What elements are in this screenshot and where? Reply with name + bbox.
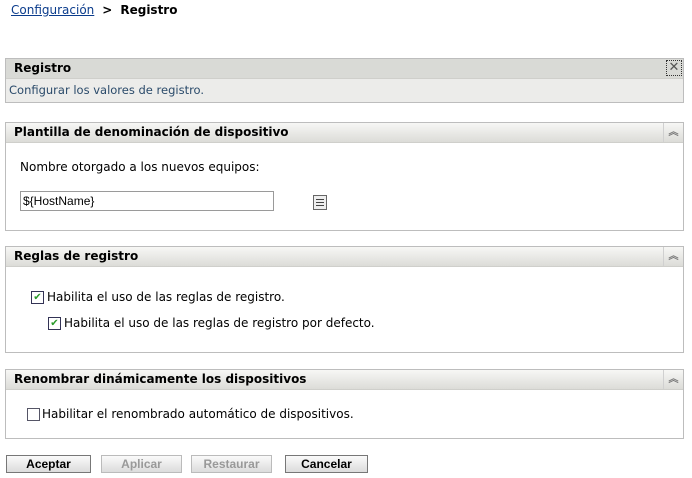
collapse-icon[interactable]: ︽	[663, 123, 683, 142]
info-panel-header: Registro ✕	[6, 59, 683, 79]
hostname-input[interactable]: ${HostName}	[20, 191, 274, 211]
rules-panel-title: Reglas de registro	[14, 249, 139, 263]
enable-rules-label: Habilita el uso de las reglas de registr…	[47, 290, 285, 304]
naming-label: Nombre otorgado a los nuevos equipos:	[20, 160, 260, 174]
collapse-icon[interactable]: ︽	[663, 370, 683, 389]
auto-rename-label: Habilitar el renombrado automático de di…	[42, 407, 354, 421]
info-panel-title: Registro	[14, 61, 72, 75]
breadcrumb-configuracion-link[interactable]: Configuración	[11, 3, 94, 17]
breadcrumb-separator: >	[102, 3, 113, 17]
restore-button[interactable]: Restaurar	[191, 455, 272, 473]
info-panel-description: Configurar los valores de registro.	[6, 79, 683, 102]
enable-default-rules-checkbox[interactable]: ✔	[48, 317, 61, 330]
collapse-icon[interactable]: ︽	[663, 247, 683, 266]
close-icon[interactable]: ✕	[666, 60, 682, 76]
rename-panel: Renombrar dinámicamente los dispositivos…	[5, 369, 684, 439]
enable-default-rules-label: Habilita el uso de las reglas de registr…	[64, 316, 375, 330]
info-panel: Registro ✕ Configurar los valores de regi…	[5, 58, 684, 103]
breadcrumb-current: Registro	[120, 3, 178, 17]
naming-panel-title: Plantilla de denominación de dispositivo	[14, 125, 289, 139]
naming-panel: Plantilla de denominación de dispositivo…	[5, 122, 684, 231]
enable-rules-checkbox[interactable]: ✔	[31, 291, 44, 304]
auto-rename-checkbox[interactable]	[27, 408, 40, 421]
variable-picker-icon[interactable]	[313, 195, 327, 210]
rules-panel: Reglas de registro ︽ ✔ Habilita el uso de…	[5, 246, 684, 353]
rename-panel-title: Renombrar dinámicamente los dispositivos	[14, 372, 307, 386]
cancel-button[interactable]: Cancelar	[285, 455, 368, 473]
apply-button[interactable]: Aplicar	[101, 455, 182, 473]
breadcrumb: Configuración > Registro	[11, 3, 177, 17]
accept-button[interactable]: Aceptar	[6, 455, 91, 473]
